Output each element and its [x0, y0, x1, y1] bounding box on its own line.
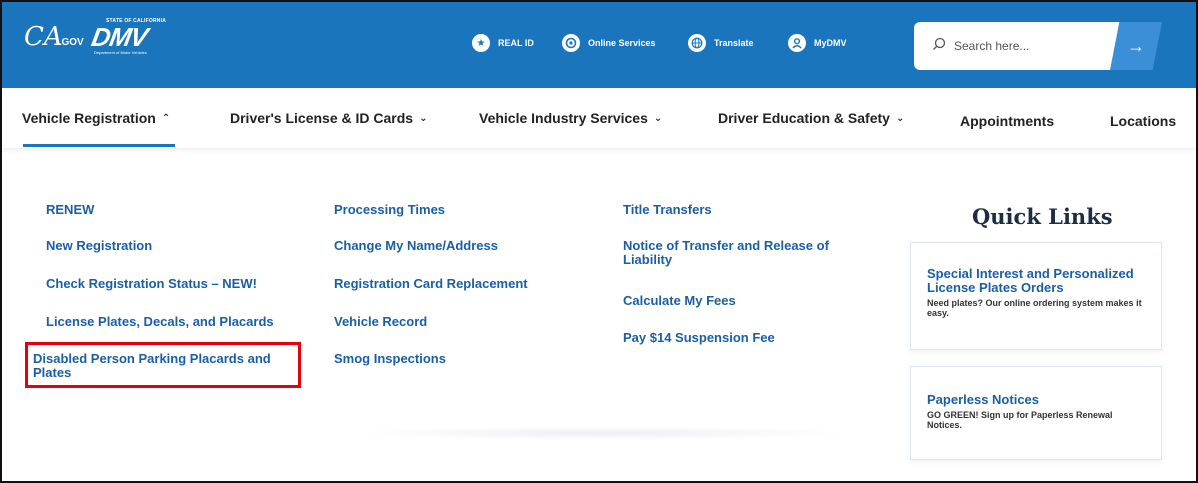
menu-bottom-shadow: [352, 426, 852, 440]
menu-link-notice-of-transfer[interactable]: Notice of Transfer and Release of Liabil…: [623, 239, 863, 267]
online-services-label: Online Services: [588, 38, 656, 48]
nav-vehicle-registration[interactable]: Vehicle Registration ⌃: [22, 110, 170, 126]
ca-gov-logo[interactable]: CA.GOV: [24, 24, 88, 50]
chevron-down-icon: ⌄: [653, 112, 663, 124]
highlight-box: [25, 342, 301, 388]
search-icon: [933, 37, 946, 50]
dmv-logo-word: DMV: [89, 22, 150, 52]
nav-vehicle-industry-label: Vehicle Industry Services: [479, 110, 648, 126]
menu-link-change-name-address[interactable]: Change My Name/Address: [334, 239, 498, 253]
main-nav: Vehicle Registration ⌃ Driver's License …: [2, 88, 1196, 148]
arrow-right-icon: →: [1127, 35, 1145, 56]
chevron-down-icon: ⌄: [895, 112, 905, 124]
quick-link-card-paperless[interactable]: Paperless Notices GO GREEN! Sign up for …: [910, 366, 1162, 460]
site-header: CA.GOV STATE OF CALIFORNIA DMV Departmen…: [2, 2, 1196, 88]
gov-logo-text: .GOV: [58, 37, 84, 48]
quick-link-card-desc: GO GREEN! Sign up for Paperless Renewal …: [927, 410, 1113, 430]
menu-link-new-registration[interactable]: New Registration: [46, 239, 152, 253]
user-icon: [788, 34, 806, 52]
page-frame: CA.GOV STATE OF CALIFORNIA DMV Departmen…: [0, 0, 1198, 483]
quick-link-card-title: Special Interest and Personalized Licens…: [927, 266, 1134, 295]
ca-logo-text: CA: [24, 22, 63, 52]
nav-locations-label: Locations: [1110, 113, 1177, 129]
quick-link-card-title: Paperless Notices: [927, 392, 1040, 407]
menu-link-vehicle-record[interactable]: Vehicle Record: [334, 315, 427, 329]
globe-icon: [688, 34, 706, 52]
nav-appointments-label: Appointments: [960, 113, 1055, 129]
nav-locations[interactable]: Locations: [1110, 113, 1176, 129]
menu-link-processing-times[interactable]: Processing Times: [334, 203, 445, 217]
quick-link-card-plates[interactable]: Special Interest and Personalized Licens…: [910, 242, 1162, 350]
menu-link-check-registration-status[interactable]: Check Registration Status – NEW!: [46, 277, 257, 291]
chevron-down-icon: ⌄: [419, 112, 428, 124]
mydmv-link[interactable]: MyDMV: [788, 34, 847, 52]
search-input[interactable]: [954, 34, 1104, 58]
nav-driver-education[interactable]: Driver Education & Safety ⌄: [718, 110, 904, 126]
menu-link-title-transfers[interactable]: Title Transfers: [623, 203, 712, 217]
real-id-link[interactable]: ★ REAL ID: [472, 34, 534, 52]
menu-link-renew[interactable]: RENEW: [46, 203, 94, 217]
quick-links-title: Quick Links: [972, 204, 1113, 229]
nav-vehicle-registration-label: Vehicle Registration: [22, 110, 156, 126]
menu-link-license-plates[interactable]: License Plates, Decals, and Placards: [46, 315, 274, 329]
nav-drivers-license[interactable]: Driver's License & ID Cards ⌄: [230, 110, 427, 126]
star-icon: ★: [472, 34, 490, 52]
online-services-link[interactable]: Online Services: [562, 34, 656, 52]
active-nav-underline: [23, 144, 175, 147]
nav-drivers-license-label: Driver's License & ID Cards: [230, 110, 414, 126]
menu-link-pay-suspension-fee[interactable]: Pay $14 Suspension Fee: [623, 331, 775, 345]
quick-link-card-desc: Need plates? Our online ordering system …: [927, 298, 1142, 318]
real-id-label: REAL ID: [498, 38, 534, 48]
chevron-up-icon: ⌃: [161, 112, 171, 124]
menu-link-calculate-fees[interactable]: Calculate My Fees: [623, 294, 736, 308]
online-services-icon: [562, 34, 580, 52]
menu-link-smog-inspections[interactable]: Smog Inspections: [334, 352, 446, 366]
nav-driver-education-label: Driver Education & Safety: [718, 110, 890, 126]
nav-vehicle-industry[interactable]: Vehicle Industry Services ⌄: [479, 110, 662, 126]
nav-appointments[interactable]: Appointments: [960, 113, 1054, 129]
menu-link-registration-card-replacement[interactable]: Registration Card Replacement: [334, 277, 528, 291]
search-box: [914, 22, 1136, 70]
translate-link[interactable]: Translate: [688, 34, 754, 52]
translate-label: Translate: [714, 38, 754, 48]
dmv-logo[interactable]: STATE OF CALIFORNIA DMV Department of Mo…: [89, 18, 172, 64]
mydmv-label: MyDMV: [814, 38, 847, 48]
